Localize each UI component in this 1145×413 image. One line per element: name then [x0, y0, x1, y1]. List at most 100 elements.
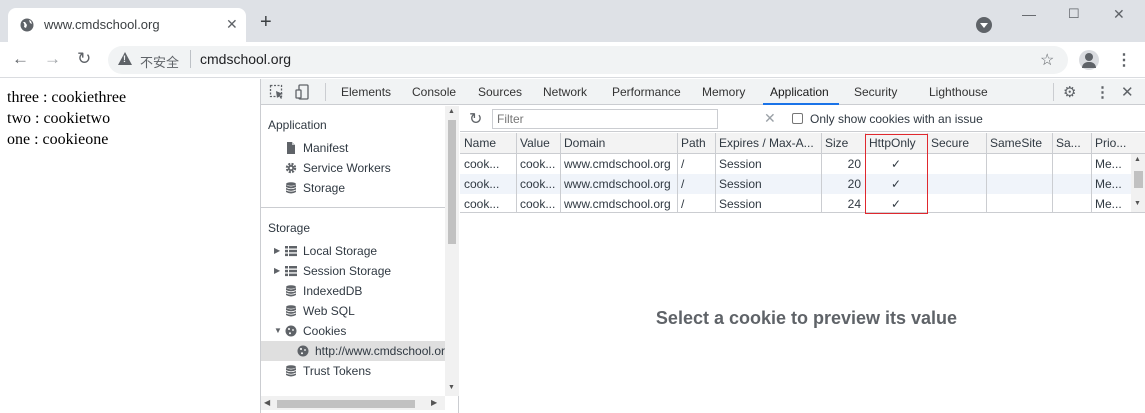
expand-arrow-icon[interactable]: ▶ [274, 266, 280, 275]
omnibox-divider [190, 50, 191, 68]
sidebar-item-cookies[interactable]: ▼ Cookies [261, 321, 445, 341]
cookies-table: Name cook... cook... cook... Value cook... coo… [460, 133, 1145, 213]
settings-gear-icon[interactable]: ⚙ [1063, 83, 1076, 101]
tab-title: www.cmdschool.org [44, 17, 160, 32]
only-issue-checkbox[interactable] [792, 113, 803, 124]
sidebar-item-web-sql[interactable]: Web SQL [261, 301, 445, 321]
scroll-up-arrow-icon[interactable]: ▲ [1134, 156, 1141, 163]
column-header[interactable]: SameSite [986, 133, 1052, 153]
cookies-view: ↻ ✕ Only show cookies with an issue Name… [460, 106, 1145, 413]
tab-console[interactable]: Console [412, 85, 456, 99]
tab-security[interactable]: Security [854, 85, 897, 99]
tab-search-icon[interactable] [976, 17, 992, 33]
security-label[interactable]: 不安全 [140, 52, 179, 71]
table-cell: www.cmdschool.org [564, 157, 671, 171]
collapse-arrow-icon[interactable]: ▼ [274, 326, 282, 335]
sidebar-item-trust-tokens[interactable]: Trust Tokens [261, 361, 445, 381]
tab-elements[interactable]: Elements [341, 85, 391, 99]
column-header[interactable]: Expires / Max-A... [715, 133, 821, 153]
storage-section-header: Storage [268, 221, 311, 235]
tab-network[interactable]: Network [543, 85, 587, 99]
tabbar-divider [325, 83, 326, 101]
device-toolbar-icon[interactable] [295, 84, 311, 100]
sidebar-item-service-workers[interactable]: Service Workers [261, 158, 445, 178]
column-header[interactable]: Prio... [1091, 133, 1131, 153]
column-divider [1052, 133, 1053, 212]
tab-close-icon[interactable]: ✕ [226, 16, 238, 33]
sidebar-item-indexeddb[interactable]: IndexedDB [261, 281, 445, 301]
table-cell: / [681, 177, 685, 191]
sidebar-item-cookie-origin[interactable]: http://www.cmdschool.org [261, 341, 445, 361]
tab-application[interactable]: Application [770, 85, 829, 99]
table-cell: Session [719, 177, 762, 191]
table-cell: Me... [1095, 197, 1122, 211]
column-divider [1091, 133, 1092, 212]
only-issue-label[interactable]: Only show cookies with an issue [810, 112, 983, 126]
devtools-more-icon[interactable]: ⋮ [1095, 83, 1110, 101]
minimize-button[interactable]: — [1022, 6, 1036, 22]
scroll-left-arrow-icon[interactable]: ◀ [264, 398, 270, 407]
column-header[interactable]: Domain [560, 133, 677, 153]
scroll-right-arrow-icon[interactable]: ▶ [431, 398, 437, 407]
column-header[interactable]: Name [460, 133, 516, 153]
column-header[interactable]: Path [677, 133, 715, 153]
refresh-icon[interactable]: ↻ [469, 109, 482, 129]
table-vertical-scrollbar[interactable]: ▲ ▼ [1131, 154, 1145, 212]
tab-strip: www.cmdschool.org ✕ + — ☐ ✕ [0, 0, 1145, 42]
profile-avatar-icon[interactable] [1079, 50, 1099, 70]
maximize-button[interactable]: ☐ [1068, 6, 1080, 22]
globe-icon [20, 18, 34, 32]
sidebar-vertical-scrollbar[interactable]: ▲ ▼ [445, 106, 459, 396]
scroll-down-arrow-icon[interactable]: ▼ [1134, 200, 1141, 207]
url-text[interactable]: cmdschool.org [200, 51, 291, 67]
warning-icon[interactable] [118, 52, 132, 65]
column-header[interactable]: Sa... [1052, 133, 1091, 153]
window-close-button[interactable]: ✕ [1113, 6, 1125, 23]
browser-tab[interactable]: www.cmdschool.org ✕ [8, 8, 246, 42]
tab-lighthouse[interactable]: Lighthouse [929, 85, 988, 99]
inspect-element-icon[interactable] [269, 84, 285, 100]
address-bar[interactable]: 不安全 cmdschool.org ☆ [108, 46, 1068, 74]
table-cell [1052, 154, 1091, 174]
browser-toolbar: ← → ↻ 不安全 cmdschool.org ☆ ⋮ [0, 42, 1145, 78]
column-divider [986, 133, 987, 212]
sidebar-item-local-storage[interactable]: ▶ Local Storage [261, 241, 445, 261]
browser-menu-icon[interactable]: ⋮ [1116, 50, 1132, 70]
cookie-preview-pane: Select a cookie to preview its value [460, 213, 1145, 413]
clear-all-icon[interactable]: ✕ [764, 110, 776, 127]
column-header[interactable]: Secure [927, 133, 986, 153]
scroll-up-arrow-icon[interactable]: ▲ [448, 108, 455, 115]
database-icon [285, 365, 297, 377]
column-header[interactable]: Value [516, 133, 560, 153]
scroll-down-arrow-icon[interactable]: ▼ [448, 384, 455, 391]
sidebar-item-storage[interactable]: Storage [261, 178, 445, 198]
table-cell: cook... [464, 157, 500, 171]
expand-arrow-icon[interactable]: ▶ [274, 246, 280, 255]
bookmark-star-icon[interactable]: ☆ [1040, 50, 1054, 70]
table-cell: Session [719, 157, 762, 171]
scroll-thumb[interactable] [1134, 171, 1143, 188]
sidebar-item-label: Trust Tokens [303, 364, 372, 378]
table-cell [927, 154, 986, 174]
page-content: three : cookiethree two : cookietwo one … [0, 79, 260, 413]
table-cell: www.cmdschool.org [564, 177, 671, 191]
tab-performance[interactable]: Performance [612, 85, 681, 99]
devtools-tabbar: Elements Console Sources Network Perform… [261, 79, 1145, 105]
scroll-thumb[interactable] [448, 120, 456, 244]
forward-arrow-icon[interactable]: → [44, 50, 61, 68]
tab-memory[interactable]: Memory [702, 85, 745, 99]
column-header[interactable]: Size [821, 133, 865, 153]
grid-icon [285, 266, 297, 277]
sidebar-item-manifest[interactable]: Manifest [261, 138, 445, 158]
tabbar-divider [1053, 83, 1054, 101]
sidebar-horizontal-scrollbar[interactable]: ◀ ▶ [261, 396, 445, 410]
reload-icon[interactable]: ↻ [77, 50, 91, 68]
cookie-line: two : cookietwo [7, 110, 111, 127]
new-tab-button[interactable]: + [260, 12, 272, 32]
filter-input[interactable] [492, 109, 718, 129]
sidebar-item-session-storage[interactable]: ▶ Session Storage [261, 261, 445, 281]
devtools-close-icon[interactable]: ✕ [1121, 83, 1134, 101]
back-arrow-icon[interactable]: ← [12, 50, 29, 68]
scroll-thumb[interactable] [277, 400, 415, 408]
tab-sources[interactable]: Sources [478, 85, 522, 99]
